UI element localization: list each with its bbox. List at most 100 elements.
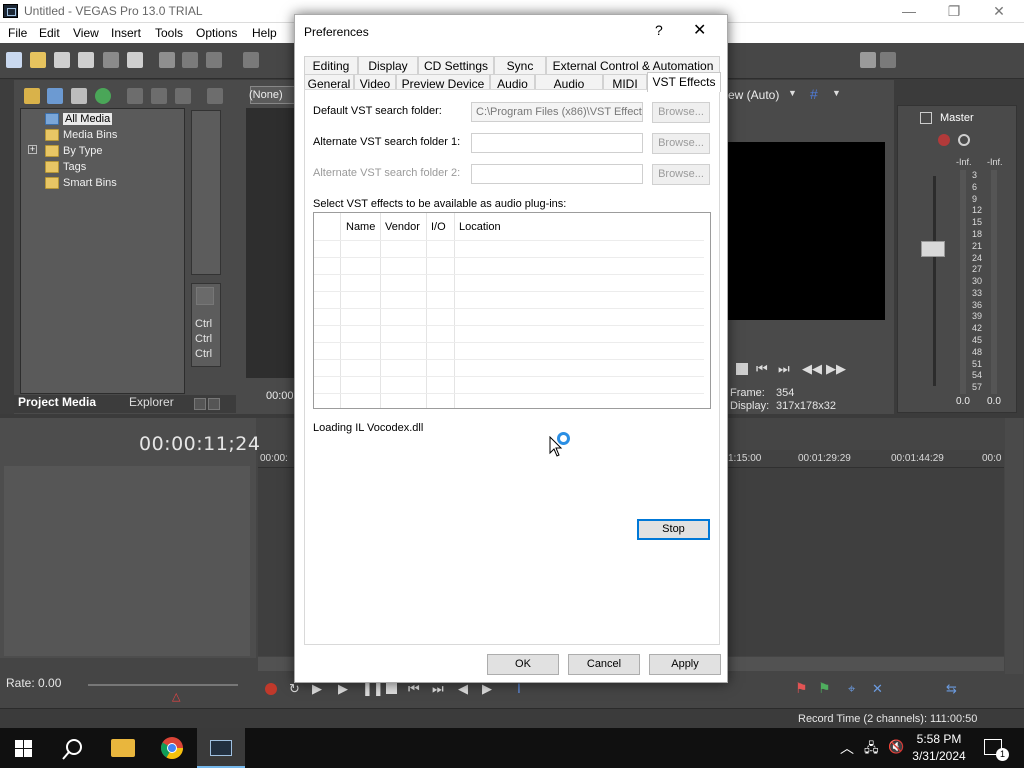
save-as-icon[interactable] xyxy=(78,52,94,68)
search-icon[interactable] xyxy=(62,738,84,760)
windows-start-icon[interactable] xyxy=(15,740,32,757)
play-from-start-icon[interactable]: ▶ xyxy=(312,681,322,697)
rate-slider[interactable] xyxy=(88,684,238,686)
chevron-up-icon[interactable]: ︿ xyxy=(840,738,854,758)
pause-icon[interactable]: ❚❚ xyxy=(362,681,384,697)
file-explorer-icon[interactable] xyxy=(111,739,135,757)
maximize-button[interactable]: ❐ xyxy=(931,0,977,23)
tree-item-smart-bins[interactable]: Smart Bins xyxy=(63,177,117,189)
chrome-icon[interactable] xyxy=(160,736,184,760)
undo-icon[interactable] xyxy=(243,52,259,68)
preview-quality-dropdown[interactable]: ew (Auto) xyxy=(728,88,779,102)
dialog-close-button[interactable]: ✕ xyxy=(693,20,706,40)
menu-insert[interactable]: Insert xyxy=(111,26,141,40)
master-fader[interactable] xyxy=(921,241,945,257)
default-folder-field[interactable]: C:\Program Files (x86)\VST Effects xyxy=(471,102,643,122)
tree-item-tags[interactable]: Tags xyxy=(63,161,86,173)
tab-cd-settings[interactable]: CD Settings xyxy=(418,56,494,74)
tab-scroll-left-icon[interactable] xyxy=(194,398,206,410)
render-icon[interactable] xyxy=(103,52,119,68)
video-preview-display[interactable] xyxy=(725,142,885,320)
fx-icon[interactable] xyxy=(938,134,950,146)
tab-project-media[interactable]: Project Media xyxy=(18,395,96,409)
import-media-icon[interactable] xyxy=(24,88,40,104)
capture-video-icon[interactable] xyxy=(47,88,63,104)
next-frame-icon[interactable]: ▶ xyxy=(482,681,492,697)
tree-item-media-bins[interactable]: Media Bins xyxy=(63,129,117,141)
chevron-down-icon[interactable]: ▼ xyxy=(788,88,797,98)
browse-alt2-button[interactable]: Browse... xyxy=(652,164,710,185)
prev-frame-icon[interactable]: ◀ xyxy=(458,681,468,697)
play-icon[interactable] xyxy=(207,88,223,104)
trimmer-dropdown[interactable]: (None) xyxy=(249,86,296,104)
tab-editing[interactable]: Editing xyxy=(304,56,358,74)
stop-icon[interactable] xyxy=(386,683,397,694)
clock-date[interactable]: 3/31/2024 xyxy=(910,749,968,763)
minimize-button[interactable]: — xyxy=(886,0,932,23)
close-button[interactable]: ✕ xyxy=(976,0,1022,23)
next-frame-icon[interactable]: ⏭ xyxy=(778,361,790,377)
tab-display[interactable]: Display xyxy=(358,56,418,74)
tree-item-by-type[interactable]: By Type xyxy=(63,145,103,157)
network-icon[interactable]: 🖧 xyxy=(864,739,879,761)
mute-icon[interactable] xyxy=(958,134,970,146)
web-media-icon[interactable] xyxy=(95,88,111,104)
tab-sync[interactable]: Sync xyxy=(494,56,546,74)
menu-file[interactable]: File xyxy=(8,26,27,40)
step-forward-icon[interactable]: ▶▶ xyxy=(826,361,846,377)
go-to-start-icon[interactable]: ⏮ xyxy=(408,681,420,697)
vst-effects-table[interactable]: Name Vendor I/O Location xyxy=(313,212,711,409)
get-media-icon[interactable] xyxy=(71,88,87,104)
alt2-folder-field[interactable] xyxy=(471,164,643,184)
prev-frame-icon[interactable]: ⏮ xyxy=(756,361,768,377)
expand-icon[interactable]: + xyxy=(28,145,37,154)
go-to-end-icon[interactable]: ⏭ xyxy=(432,681,444,697)
enable-snapping-icon[interactable]: ⌖ xyxy=(848,681,855,697)
loop-icon[interactable]: ↻ xyxy=(289,681,300,697)
marker-icon[interactable]: ⚑ xyxy=(795,680,808,697)
menu-view[interactable]: View xyxy=(73,26,99,40)
copy-icon[interactable] xyxy=(182,52,198,68)
tab-explorer[interactable]: Explorer xyxy=(129,395,174,409)
paste-icon[interactable] xyxy=(206,52,222,68)
split-screen-icon[interactable] xyxy=(860,52,876,68)
master-bus-icon[interactable] xyxy=(920,112,932,124)
apply-button[interactable]: Apply xyxy=(649,654,721,675)
auto-ripple-icon[interactable]: ⇆ xyxy=(946,681,957,697)
alt1-folder-field[interactable] xyxy=(471,133,643,153)
tab-scroll-right-icon[interactable] xyxy=(208,398,220,410)
explorer-grip[interactable] xyxy=(0,80,14,414)
column-header-io[interactable]: I/O xyxy=(431,221,446,233)
properties-icon[interactable] xyxy=(127,52,143,68)
vegas-app-icon[interactable] xyxy=(3,4,18,18)
browse-alt1-button[interactable]: Browse... xyxy=(652,133,710,154)
region-icon[interactable]: ⚑ xyxy=(818,680,831,697)
media-fx-icon[interactable] xyxy=(151,88,167,104)
column-header-name[interactable]: Name xyxy=(346,221,375,233)
menu-tools[interactable]: Tools xyxy=(155,26,183,40)
open-folder-icon[interactable] xyxy=(30,52,46,68)
play-icon[interactable]: ▶ xyxy=(338,681,348,697)
auto-preview-icon[interactable] xyxy=(175,88,191,104)
tab-vst-effects[interactable]: VST Effects xyxy=(647,72,721,92)
grid-icon[interactable]: # xyxy=(810,86,818,102)
record-icon[interactable] xyxy=(265,683,277,695)
overlay-icon[interactable] xyxy=(880,52,896,68)
cancel-button[interactable]: Cancel xyxy=(568,654,640,675)
tree-item-all-media[interactable]: All Media xyxy=(63,113,113,125)
remove-media-icon[interactable] xyxy=(127,88,143,104)
menu-edit[interactable]: Edit xyxy=(39,26,60,40)
vertical-scrollbar[interactable] xyxy=(1005,418,1023,674)
column-header-location[interactable]: Location xyxy=(459,221,501,233)
auto-crossfade-icon[interactable]: ✕ xyxy=(872,681,883,697)
trimmer-view[interactable] xyxy=(246,108,296,378)
vegas-taskbar-button[interactable] xyxy=(197,728,245,768)
stop-icon[interactable] xyxy=(736,363,748,375)
menu-help[interactable]: Help xyxy=(252,26,277,40)
column-header-vendor[interactable]: Vendor xyxy=(385,221,420,233)
shortcut-icon[interactable] xyxy=(196,287,214,305)
stop-button[interactable]: Stop xyxy=(637,519,710,540)
clock-time[interactable]: 5:58 PM xyxy=(914,732,964,746)
help-button[interactable]: ? xyxy=(655,22,663,38)
volume-muted-icon[interactable]: 🔇 xyxy=(888,739,904,755)
